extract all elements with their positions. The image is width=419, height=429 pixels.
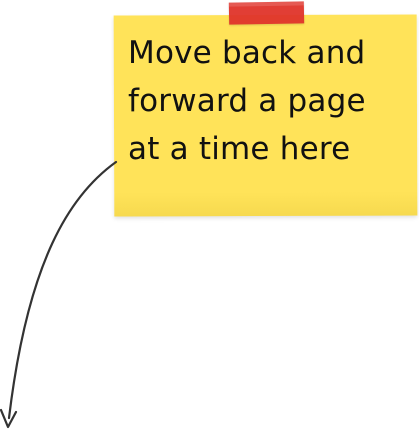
arrow-head [0,408,18,429]
arrow-shaft [7,160,118,420]
tutorial-callout: Move back and forward a page at a time h… [0,0,419,429]
sticky-note-text: Move back and forward a page at a time h… [128,35,366,167]
tape-strip [228,1,305,25]
